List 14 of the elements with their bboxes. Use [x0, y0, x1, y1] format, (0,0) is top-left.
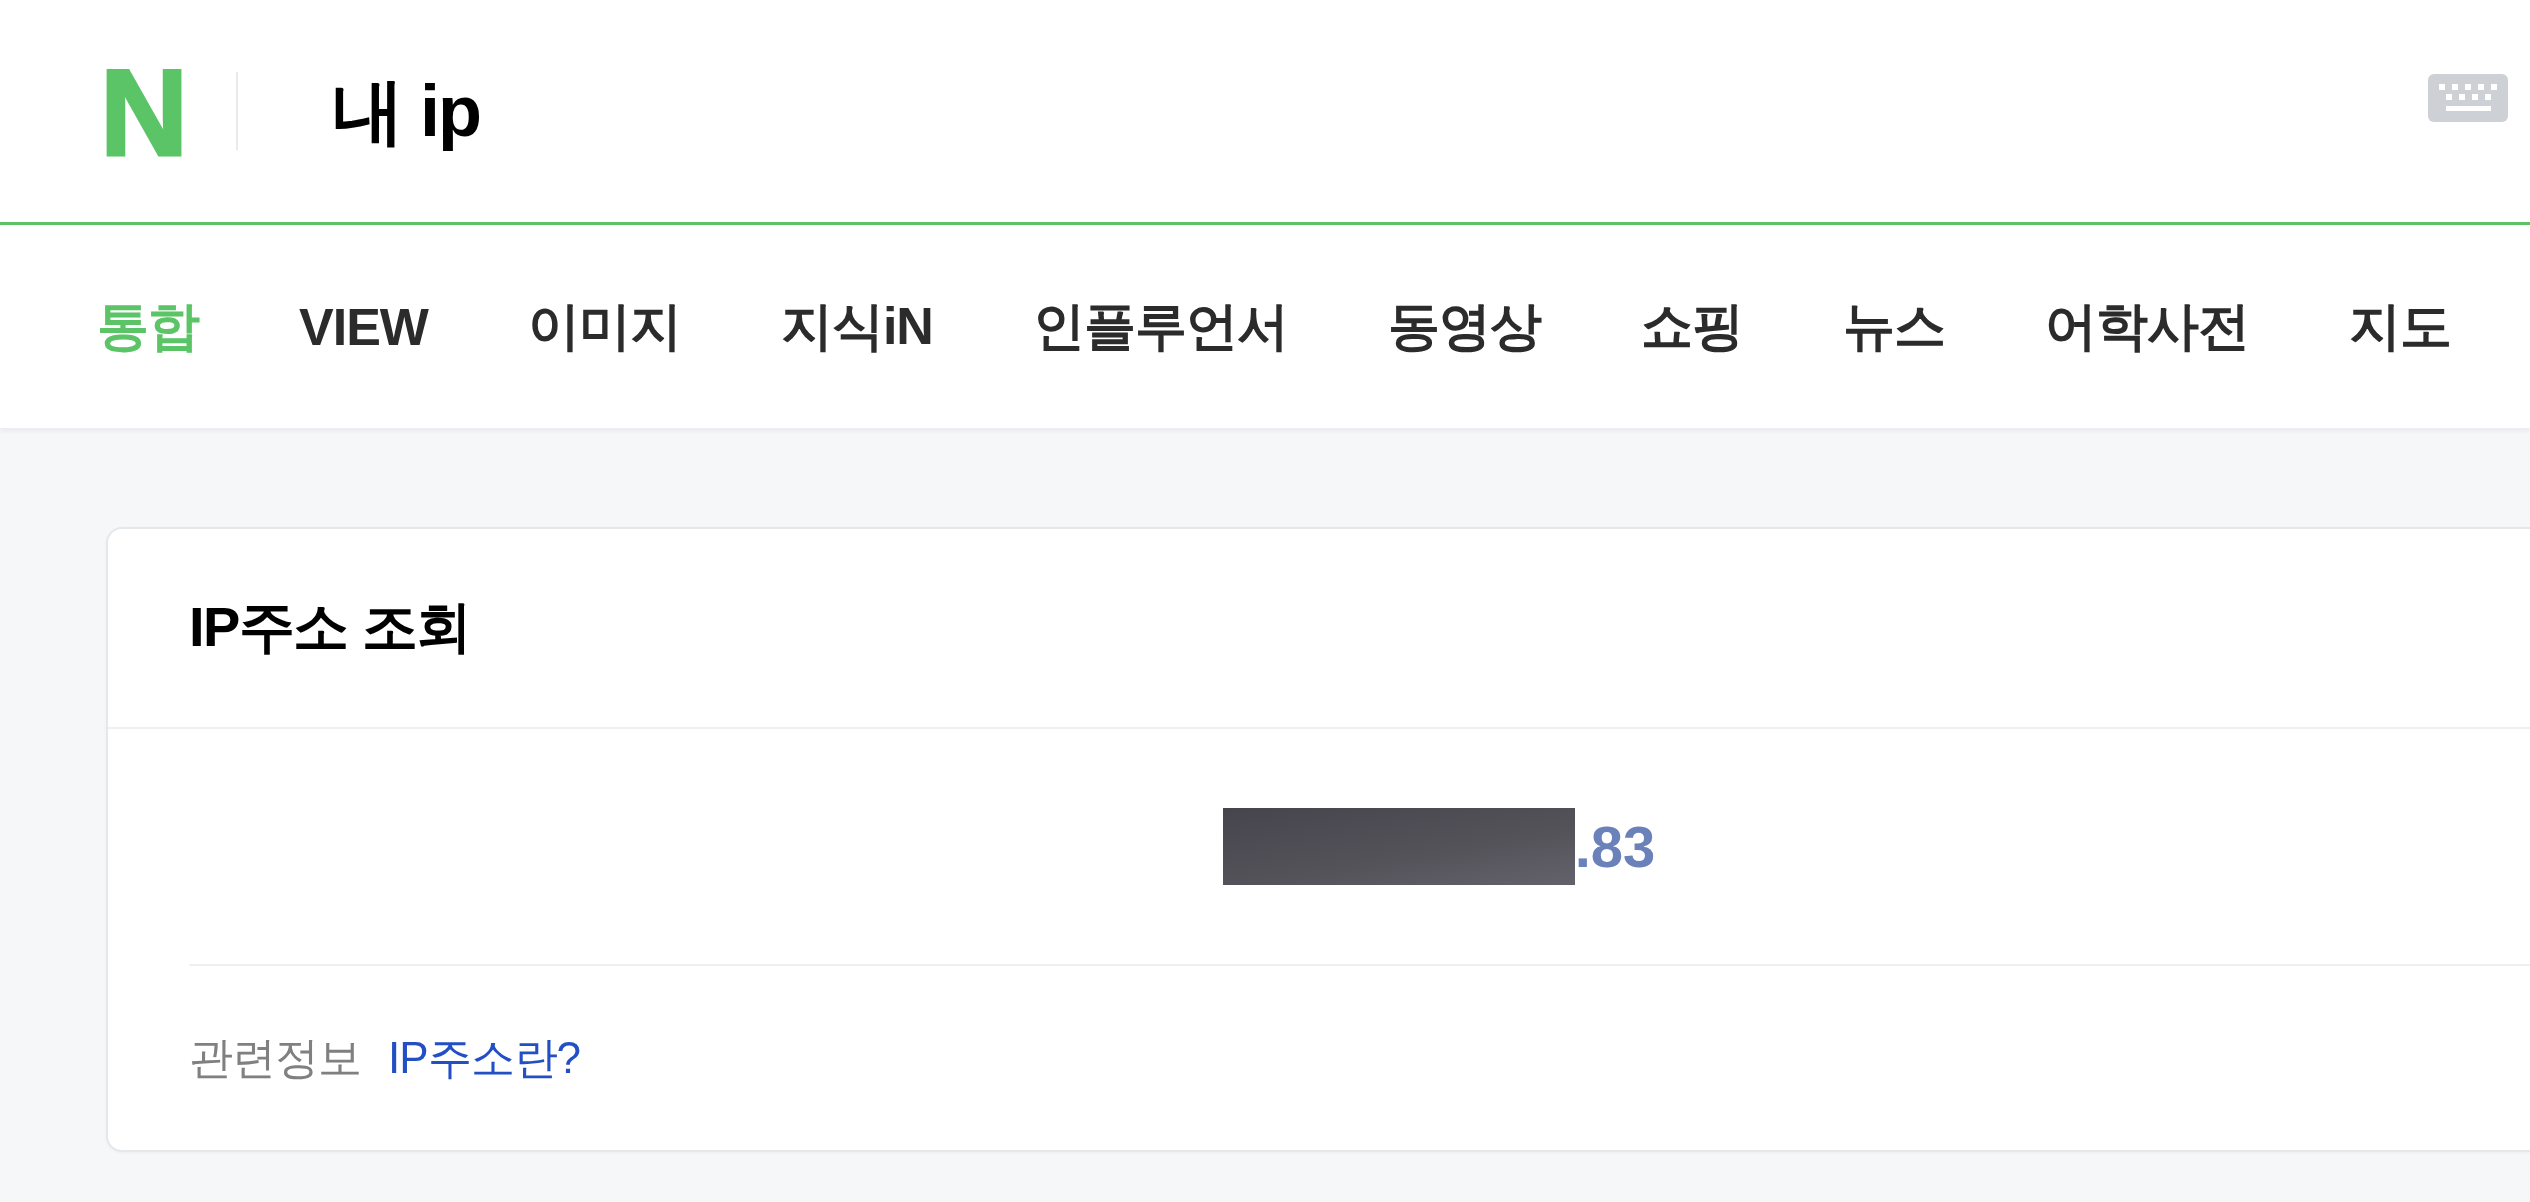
nav-tab[interactable]: 동영상 — [1387, 291, 1541, 362]
ip-address: .83 — [1574, 817, 1656, 876]
nav-tab[interactable]: 인플루언서 — [1032, 291, 1288, 362]
nav-tab[interactable]: 지식iN — [780, 291, 933, 362]
nav-tab[interactable]: 지도 — [2348, 291, 2451, 362]
nav-tab[interactable]: 쇼핑 — [1640, 291, 1743, 362]
nav-tab[interactable]: 어학사전 — [2044, 291, 2249, 362]
keyboard-icon[interactable] — [2428, 74, 2508, 122]
nav-tab[interactable]: VIEW — [299, 296, 428, 357]
nav-tab[interactable]: 이미지 — [527, 291, 681, 362]
card-title: IP주소 조회 — [189, 594, 471, 660]
related-info-label: 관련정보 — [189, 1031, 361, 1084]
ip-info-link[interactable]: IP주소란? — [388, 1028, 581, 1088]
nav-tab[interactable]: 뉴스 — [1842, 291, 1945, 362]
